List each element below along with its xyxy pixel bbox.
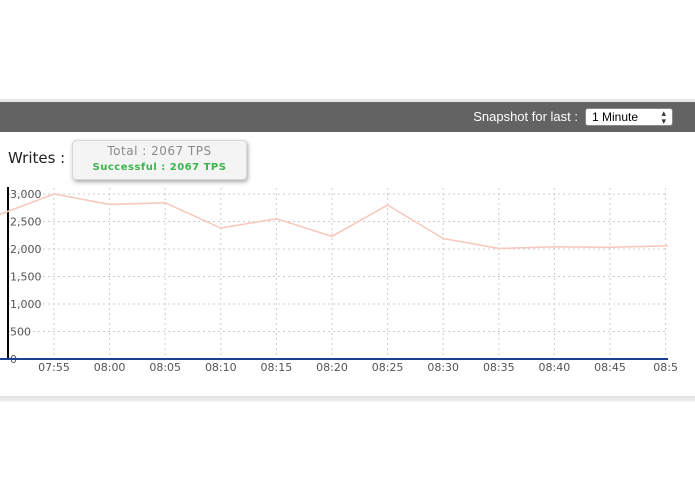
- tooltip-successful: Successful : 2067 TPS: [92, 162, 227, 173]
- x-tick-label: 08:15: [261, 361, 293, 374]
- x-tick-label: 08:35: [483, 361, 515, 374]
- writes-label: Writes :: [8, 149, 66, 167]
- y-tick-label: 2,000: [10, 243, 42, 256]
- y-tick-label: 500: [10, 326, 31, 339]
- snapshot-select-value: 1 Minute: [592, 110, 639, 124]
- tps-tooltip: Total : 2067 TPS Successful : 2067 TPS: [72, 140, 247, 180]
- snapshot-select[interactable]: 1 Minute ▴ ▾: [585, 108, 673, 126]
- x-tick-label: 07:55: [38, 361, 70, 374]
- snapshot-label: Snapshot for last :: [473, 109, 578, 124]
- panel-divider: [0, 396, 695, 402]
- x-tick-label: 08:10: [205, 361, 237, 374]
- y-tick-label: 2,500: [10, 216, 42, 229]
- tooltip-total: Total : 2067 TPS: [107, 144, 212, 158]
- x-tick-label: 08:5: [653, 361, 678, 374]
- x-tick-label: 08:25: [372, 361, 404, 374]
- x-tick-label: 08:00: [94, 361, 126, 374]
- toolbar: Snapshot for last : 1 Minute ▴ ▾: [0, 99, 695, 132]
- writes-chart: 3,0002,5002,0001,5001,000500007:5508:000…: [0, 187, 678, 374]
- x-tick-label: 08:30: [427, 361, 459, 374]
- x-tick-label: 08:40: [539, 361, 571, 374]
- x-tick-label: 08:20: [316, 361, 348, 374]
- y-tick-label: 1,500: [10, 271, 42, 284]
- x-tick-label: 08:45: [594, 361, 626, 374]
- y-tick-label: 1,000: [10, 298, 42, 311]
- x-tick-label: 08:05: [149, 361, 181, 374]
- select-arrows-icon: ▴ ▾: [661, 108, 666, 126]
- y-tick-label: 3,000: [10, 188, 42, 201]
